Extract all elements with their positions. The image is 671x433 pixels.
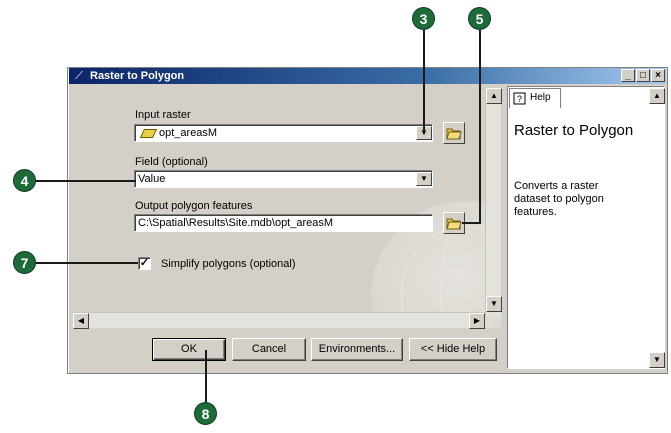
callout-7-leader <box>24 262 138 264</box>
browse-input-button[interactable] <box>443 122 465 144</box>
maximize-button[interactable]: □ <box>636 69 650 82</box>
open-folder-icon <box>446 128 462 140</box>
open-folder-icon <box>446 218 462 230</box>
input-raster-combobox[interactable]: opt_areasM <box>134 124 433 142</box>
chevron-up-icon: ▲ <box>490 91 498 100</box>
output-features-value: C:\Spatial\Results\Site.mdb\opt_areasM <box>138 217 334 229</box>
chevron-up-icon: ▲ <box>653 91 661 100</box>
scroll-right-button[interactable]: ▶ <box>469 313 485 329</box>
close-button[interactable]: × <box>651 69 665 82</box>
output-features-input[interactable]: C:\Spatial\Results\Site.mdb\opt_areasM <box>134 214 433 232</box>
scroll-left-button[interactable]: ◀ <box>73 313 89 329</box>
callout-8-leader <box>205 350 207 402</box>
input-raster-label: Input raster <box>135 109 191 121</box>
help-tab-label: Help <box>530 92 551 103</box>
field-dropdown-button[interactable]: ▼ <box>416 172 432 186</box>
vertical-scrollbar[interactable]: ▲ ▼ <box>485 88 502 316</box>
callout-5-leader-stub <box>462 222 481 224</box>
tool-wand-icon: ⟋ <box>75 70 83 82</box>
output-features-label: Output polygon features <box>135 200 253 212</box>
minimize-button[interactable]: _ <box>621 69 635 82</box>
callout-3-leader <box>423 30 425 134</box>
horizontal-scrollbar[interactable]: ◀ ▶ <box>73 312 485 329</box>
callout-5-leader <box>479 30 481 224</box>
input-raster-value: opt_areasM <box>159 127 218 139</box>
hide-help-button[interactable]: << Hide Help <box>409 338 497 361</box>
callout-5: 5 <box>468 7 491 30</box>
callout-4: 4 <box>13 169 36 192</box>
checkmark-icon: ✓ <box>139 257 150 269</box>
field-value: Value <box>138 173 166 185</box>
svg-text:?: ? <box>517 94 522 104</box>
cancel-button[interactable]: Cancel <box>232 338 306 361</box>
scroll-down-button[interactable]: ▼ <box>486 296 502 312</box>
ok-button[interactable]: OK <box>152 338 226 361</box>
raster-layer-icon <box>139 128 158 138</box>
chevron-left-icon: ◀ <box>77 316 85 325</box>
scroll-up-button[interactable]: ▲ <box>486 88 502 104</box>
callout-4-leader <box>24 180 136 182</box>
field-label: Field (optional) <box>135 156 208 168</box>
simplify-polygons-checkbox[interactable]: ✓ <box>138 257 151 270</box>
chevron-down-icon: ▼ <box>490 299 498 308</box>
chevron-down-icon: ▼ <box>420 174 428 183</box>
callout-8: 8 <box>194 402 217 425</box>
window-title: Raster to Polygon <box>90 70 185 82</box>
environments-button[interactable]: Environments... <box>311 338 403 361</box>
chevron-down-icon: ▼ <box>653 355 661 364</box>
simplify-polygons-label: Simplify polygons (optional) <box>161 258 296 270</box>
help-scroll-down-button[interactable]: ▼ <box>649 352 665 368</box>
help-description: Converts a raster dataset to polygon fea… <box>514 180 604 218</box>
help-scroll-up-button[interactable]: ▲ <box>649 88 665 104</box>
callout-7: 7 <box>13 251 36 274</box>
help-tab[interactable]: ? Help <box>509 88 561 108</box>
callout-3: 3 <box>412 7 435 30</box>
help-book-icon: ? <box>513 92 526 105</box>
field-combobox[interactable]: Value <box>134 170 433 188</box>
chevron-right-icon: ▶ <box>473 316 481 325</box>
help-title: Raster to Polygon <box>514 122 634 139</box>
